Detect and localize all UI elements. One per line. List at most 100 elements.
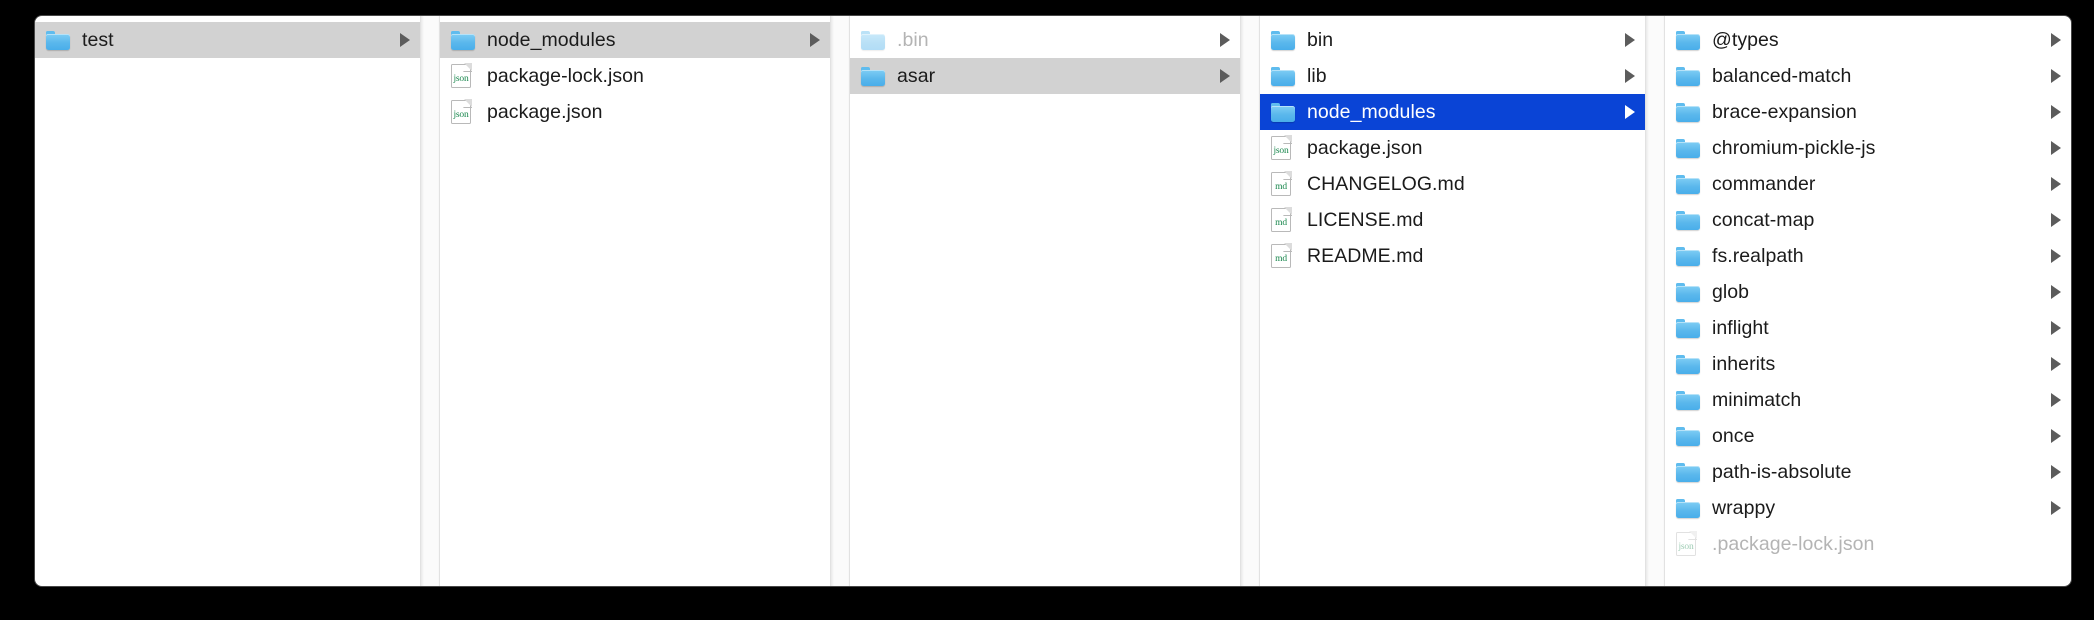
file-row[interactable]: .bin [850, 22, 1240, 58]
file-row[interactable]: md LICENSE.md [1260, 202, 1645, 238]
md-file-icon: md [1271, 207, 1292, 232]
disclosure-arrow-icon[interactable] [2051, 393, 2061, 407]
disclosure-arrow-icon[interactable] [2051, 177, 2061, 191]
row-icon [1676, 496, 1702, 520]
file-row[interactable]: commander [1665, 166, 2071, 202]
folder-icon [1271, 66, 1295, 86]
row-label: test [82, 28, 114, 51]
folder-icon [1271, 102, 1295, 122]
file-row[interactable]: json .package-lock.json [1665, 526, 2071, 562]
row-label: asar [897, 64, 936, 87]
file-row[interactable]: node_modules [1260, 94, 1645, 130]
file-row[interactable]: minimatch [1665, 382, 2071, 418]
row-label: @types [1712, 28, 1779, 51]
disclosure-arrow-icon[interactable] [400, 33, 410, 47]
folder-icon [1676, 390, 1700, 410]
file-row[interactable]: chromium-pickle-js [1665, 130, 2071, 166]
row-icon [451, 28, 477, 52]
row-icon [1271, 28, 1297, 52]
row-icon: json [1676, 531, 1702, 556]
file-row[interactable]: inherits [1665, 346, 2071, 382]
folder-icon [861, 30, 885, 50]
file-row[interactable]: node_modules [440, 22, 830, 58]
row-label: chromium-pickle-js [1712, 136, 1876, 159]
column-1: test [35, 16, 420, 586]
row-label: .package-lock.json [1712, 532, 1875, 555]
file-row[interactable]: glob [1665, 274, 2071, 310]
disclosure-arrow-icon[interactable] [1220, 69, 1230, 83]
file-row[interactable]: wrappy [1665, 490, 2071, 526]
file-extension-glyph: json [453, 74, 469, 84]
disclosure-arrow-icon[interactable] [2051, 465, 2061, 479]
folder-icon [1676, 66, 1700, 86]
row-label: fs.realpath [1712, 244, 1804, 267]
disclosure-arrow-icon[interactable] [1220, 33, 1230, 47]
disclosure-arrow-icon[interactable] [2051, 141, 2061, 155]
disclosure-arrow-icon[interactable] [2051, 285, 2061, 299]
column-2: node_modules json package-lock.json json pac… [440, 16, 830, 586]
disclosure-arrow-icon[interactable] [810, 33, 820, 47]
column-4-list: bin lib node_modules json package.json md CHAN… [1260, 16, 1645, 274]
file-row[interactable]: json package.json [1260, 130, 1645, 166]
file-row[interactable]: md README.md [1260, 238, 1645, 274]
folder-icon [46, 30, 70, 50]
file-row[interactable]: lib [1260, 58, 1645, 94]
file-row[interactable]: path-is-absolute [1665, 454, 2071, 490]
row-icon [1676, 64, 1702, 88]
file-row[interactable]: balanced-match [1665, 58, 2071, 94]
column-divider [420, 16, 440, 586]
row-icon [1271, 100, 1297, 124]
finder-column-view-window: test node_modules json package-lock.json jso… [35, 16, 2071, 586]
disclosure-arrow-icon[interactable] [2051, 69, 2061, 83]
file-row[interactable]: inflight [1665, 310, 2071, 346]
disclosure-arrow-icon[interactable] [2051, 213, 2061, 227]
folder-icon [861, 66, 885, 86]
row-label: README.md [1307, 244, 1424, 267]
row-icon [1676, 424, 1702, 448]
column-divider [1240, 16, 1260, 586]
json-file-icon: json [1271, 135, 1292, 160]
row-icon: json [451, 63, 477, 88]
row-icon [1676, 172, 1702, 196]
file-row[interactable]: fs.realpath [1665, 238, 2071, 274]
disclosure-arrow-icon[interactable] [1625, 69, 1635, 83]
file-row[interactable]: json package-lock.json [440, 58, 830, 94]
disclosure-arrow-icon[interactable] [1625, 33, 1635, 47]
folder-icon [1676, 174, 1700, 194]
column-3-list: .bin asar [850, 16, 1240, 94]
row-icon [1676, 28, 1702, 52]
file-row[interactable]: once [1665, 418, 2071, 454]
row-icon [1676, 100, 1702, 124]
row-icon [1676, 280, 1702, 304]
folder-icon [1676, 318, 1700, 338]
row-label: balanced-match [1712, 64, 1852, 87]
column-5-list: @types balanced-match brace-expansion chrom… [1665, 16, 2071, 562]
disclosure-arrow-icon[interactable] [1625, 105, 1635, 119]
file-row[interactable]: json package.json [440, 94, 830, 130]
disclosure-arrow-icon[interactable] [2051, 429, 2061, 443]
row-icon [1676, 352, 1702, 376]
column-3: .bin asar [850, 16, 1240, 586]
file-row[interactable]: bin [1260, 22, 1645, 58]
row-label: node_modules [1307, 100, 1436, 123]
file-row[interactable]: concat-map [1665, 202, 2071, 238]
row-label: concat-map [1712, 208, 1815, 231]
disclosure-arrow-icon[interactable] [2051, 105, 2061, 119]
file-row[interactable]: @types [1665, 22, 2071, 58]
folder-icon [1271, 30, 1295, 50]
disclosure-arrow-icon[interactable] [2051, 249, 2061, 263]
disclosure-arrow-icon[interactable] [2051, 357, 2061, 371]
file-row[interactable]: test [35, 22, 420, 58]
disclosure-arrow-icon[interactable] [2051, 501, 2061, 515]
disclosure-arrow-icon[interactable] [2051, 321, 2061, 335]
file-row[interactable]: brace-expansion [1665, 94, 2071, 130]
row-label: wrappy [1712, 496, 1776, 519]
folder-icon [1676, 102, 1700, 122]
file-row[interactable]: md CHANGELOG.md [1260, 166, 1645, 202]
row-icon [861, 28, 887, 52]
row-label: once [1712, 424, 1755, 447]
row-icon: md [1271, 171, 1297, 196]
row-icon [1271, 64, 1297, 88]
disclosure-arrow-icon[interactable] [2051, 33, 2061, 47]
file-row[interactable]: asar [850, 58, 1240, 94]
